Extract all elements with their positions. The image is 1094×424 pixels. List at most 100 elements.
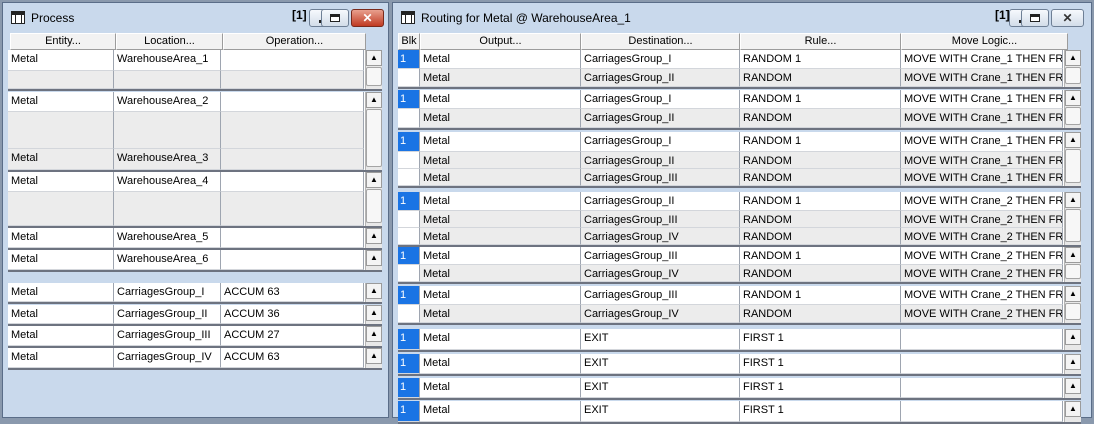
- location-cell[interactable]: [114, 192, 221, 226]
- location-cell[interactable]: [114, 112, 221, 149]
- blk-cell[interactable]: 1: [398, 354, 420, 374]
- header-rule[interactable]: Rule...: [740, 33, 901, 50]
- blk-cell[interactable]: [398, 109, 420, 128]
- scroll-up-arrow-icon[interactable]: ▲: [366, 305, 382, 321]
- scroll-up-arrow-icon[interactable]: ▲: [366, 92, 382, 108]
- output-cell[interactable]: Metal: [420, 152, 581, 169]
- scroll-up-arrow-icon[interactable]: ▲: [366, 326, 382, 342]
- output-cell[interactable]: Metal: [420, 132, 581, 152]
- blk-cell[interactable]: 1: [398, 90, 420, 109]
- scroll-up-arrow-icon[interactable]: ▲: [1065, 247, 1081, 263]
- rule-cell[interactable]: RANDOM: [740, 152, 901, 169]
- entity-cell[interactable]: Metal: [8, 305, 114, 324]
- move-logic-cell[interactable]: MOVE WITH Crane_2 THEN FREE: [901, 228, 1063, 245]
- blk-cell[interactable]: 1: [398, 192, 420, 211]
- header-entity[interactable]: Entity...: [10, 33, 116, 50]
- move-logic-cell[interactable]: MOVE WITH Crane_2 THEN FREE: [901, 247, 1063, 265]
- blk-cell[interactable]: [398, 211, 420, 228]
- destination-cell[interactable]: CarriagesGroup_II: [581, 192, 740, 211]
- move-logic-cell[interactable]: [901, 354, 1063, 374]
- scroll-up-arrow-icon[interactable]: ▲: [1065, 132, 1081, 148]
- entity-cell[interactable]: Metal: [8, 228, 114, 248]
- move-logic-cell[interactable]: MOVE WITH Crane_1 THEN FREE: [901, 132, 1063, 152]
- location-cell[interactable]: WarehouseArea_4: [114, 172, 221, 192]
- record-scrollbar[interactable]: ▲: [365, 92, 382, 170]
- move-logic-cell[interactable]: MOVE WITH Crane_1 THEN FREE: [901, 90, 1063, 109]
- rule-cell[interactable]: FIRST 1: [740, 378, 901, 398]
- destination-cell[interactable]: CarriagesGroup_III: [581, 286, 740, 305]
- output-cell[interactable]: Metal: [420, 109, 581, 128]
- location-cell[interactable]: [114, 71, 221, 89]
- output-cell[interactable]: Metal: [420, 50, 581, 69]
- move-logic-cell[interactable]: MOVE WITH Crane_1 THEN FREE: [901, 152, 1063, 169]
- process-titlebar[interactable]: Process [1] ✕: [3, 3, 388, 31]
- entity-cell[interactable]: Metal: [8, 250, 114, 270]
- location-cell[interactable]: CarriagesGroup_I: [114, 283, 221, 302]
- operation-cell[interactable]: [221, 228, 364, 248]
- scroll-up-arrow-icon[interactable]: ▲: [1065, 286, 1081, 302]
- destination-cell[interactable]: CarriagesGroup_III: [581, 247, 740, 265]
- destination-cell[interactable]: CarriagesGroup_II: [581, 109, 740, 128]
- scroll-thumb[interactable]: [1065, 303, 1081, 320]
- record-scrollbar[interactable]: ▲: [365, 172, 382, 226]
- location-cell[interactable]: WarehouseArea_2: [114, 92, 221, 112]
- rule-cell[interactable]: RANDOM: [740, 69, 901, 87]
- operation-cell[interactable]: [221, 172, 364, 192]
- entity-cell[interactable]: Metal: [8, 92, 114, 112]
- scroll-thumb[interactable]: [366, 109, 382, 167]
- move-logic-cell[interactable]: MOVE WITH Crane_1 THEN FREE: [901, 109, 1063, 128]
- scroll-thumb[interactable]: [1065, 209, 1081, 242]
- header-blk[interactable]: Blk: [398, 33, 420, 50]
- operation-cell[interactable]: [221, 250, 364, 270]
- move-logic-cell[interactable]: MOVE WITH Crane_2 THEN FREE: [901, 265, 1063, 282]
- scroll-up-arrow-icon[interactable]: ▲: [1065, 329, 1081, 345]
- record-scrollbar[interactable]: ▲: [1064, 329, 1081, 350]
- scroll-up-arrow-icon[interactable]: ▲: [366, 348, 382, 364]
- blk-cell[interactable]: 1: [398, 50, 420, 69]
- blk-cell[interactable]: [398, 265, 420, 282]
- record-scrollbar[interactable]: ▲: [1064, 90, 1081, 128]
- rule-cell[interactable]: RANDOM 1: [740, 286, 901, 305]
- record-scrollbar[interactable]: ▲: [1064, 192, 1081, 245]
- scroll-thumb[interactable]: [1065, 264, 1081, 279]
- destination-cell[interactable]: EXIT: [581, 401, 740, 422]
- rule-cell[interactable]: RANDOM 1: [740, 132, 901, 152]
- destination-cell[interactable]: CarriagesGroup_I: [581, 132, 740, 152]
- output-cell[interactable]: Metal: [420, 90, 581, 109]
- move-logic-cell[interactable]: [901, 401, 1063, 422]
- location-cell[interactable]: WarehouseArea_6: [114, 250, 221, 270]
- blk-cell[interactable]: [398, 305, 420, 323]
- destination-cell[interactable]: EXIT: [581, 378, 740, 398]
- output-cell[interactable]: Metal: [420, 228, 581, 245]
- rule-cell[interactable]: RANDOM: [740, 305, 901, 323]
- scroll-up-arrow-icon[interactable]: ▲: [1065, 50, 1081, 66]
- rule-cell[interactable]: RANDOM: [740, 211, 901, 228]
- scroll-up-arrow-icon[interactable]: ▲: [1065, 378, 1081, 394]
- record-scrollbar[interactable]: ▲: [365, 250, 382, 270]
- move-logic-cell[interactable]: [901, 378, 1063, 398]
- operation-cell[interactable]: ACCUM 63: [221, 283, 364, 302]
- record-scrollbar[interactable]: ▲: [1064, 354, 1081, 374]
- header-move-logic[interactable]: Move Logic...: [901, 33, 1068, 50]
- scroll-up-arrow-icon[interactable]: ▲: [366, 250, 382, 266]
- record-scrollbar[interactable]: ▲: [1064, 286, 1081, 323]
- output-cell[interactable]: Metal: [420, 169, 581, 186]
- record-scrollbar[interactable]: ▲: [1064, 132, 1081, 186]
- entity-cell[interactable]: [8, 192, 114, 226]
- location-cell[interactable]: WarehouseArea_1: [114, 50, 221, 71]
- record-scrollbar[interactable]: ▲: [1064, 401, 1081, 422]
- process-maximize-button[interactable]: [321, 9, 349, 27]
- header-location[interactable]: Location...: [116, 33, 223, 50]
- entity-cell[interactable]: Metal: [8, 348, 114, 368]
- output-cell[interactable]: Metal: [420, 192, 581, 211]
- move-logic-cell[interactable]: MOVE WITH Crane_2 THEN FREE: [901, 192, 1063, 211]
- routing-titlebar[interactable]: Routing for Metal @ WarehouseArea_1 [1] …: [393, 3, 1091, 31]
- blk-cell[interactable]: [398, 169, 420, 186]
- operation-cell[interactable]: ACCUM 63: [221, 348, 364, 368]
- scroll-up-arrow-icon[interactable]: ▲: [366, 228, 382, 244]
- scroll-up-arrow-icon[interactable]: ▲: [1065, 192, 1081, 208]
- operation-cell[interactable]: [221, 192, 364, 226]
- blk-cell[interactable]: 1: [398, 378, 420, 398]
- output-cell[interactable]: Metal: [420, 401, 581, 422]
- entity-cell[interactable]: [8, 112, 114, 149]
